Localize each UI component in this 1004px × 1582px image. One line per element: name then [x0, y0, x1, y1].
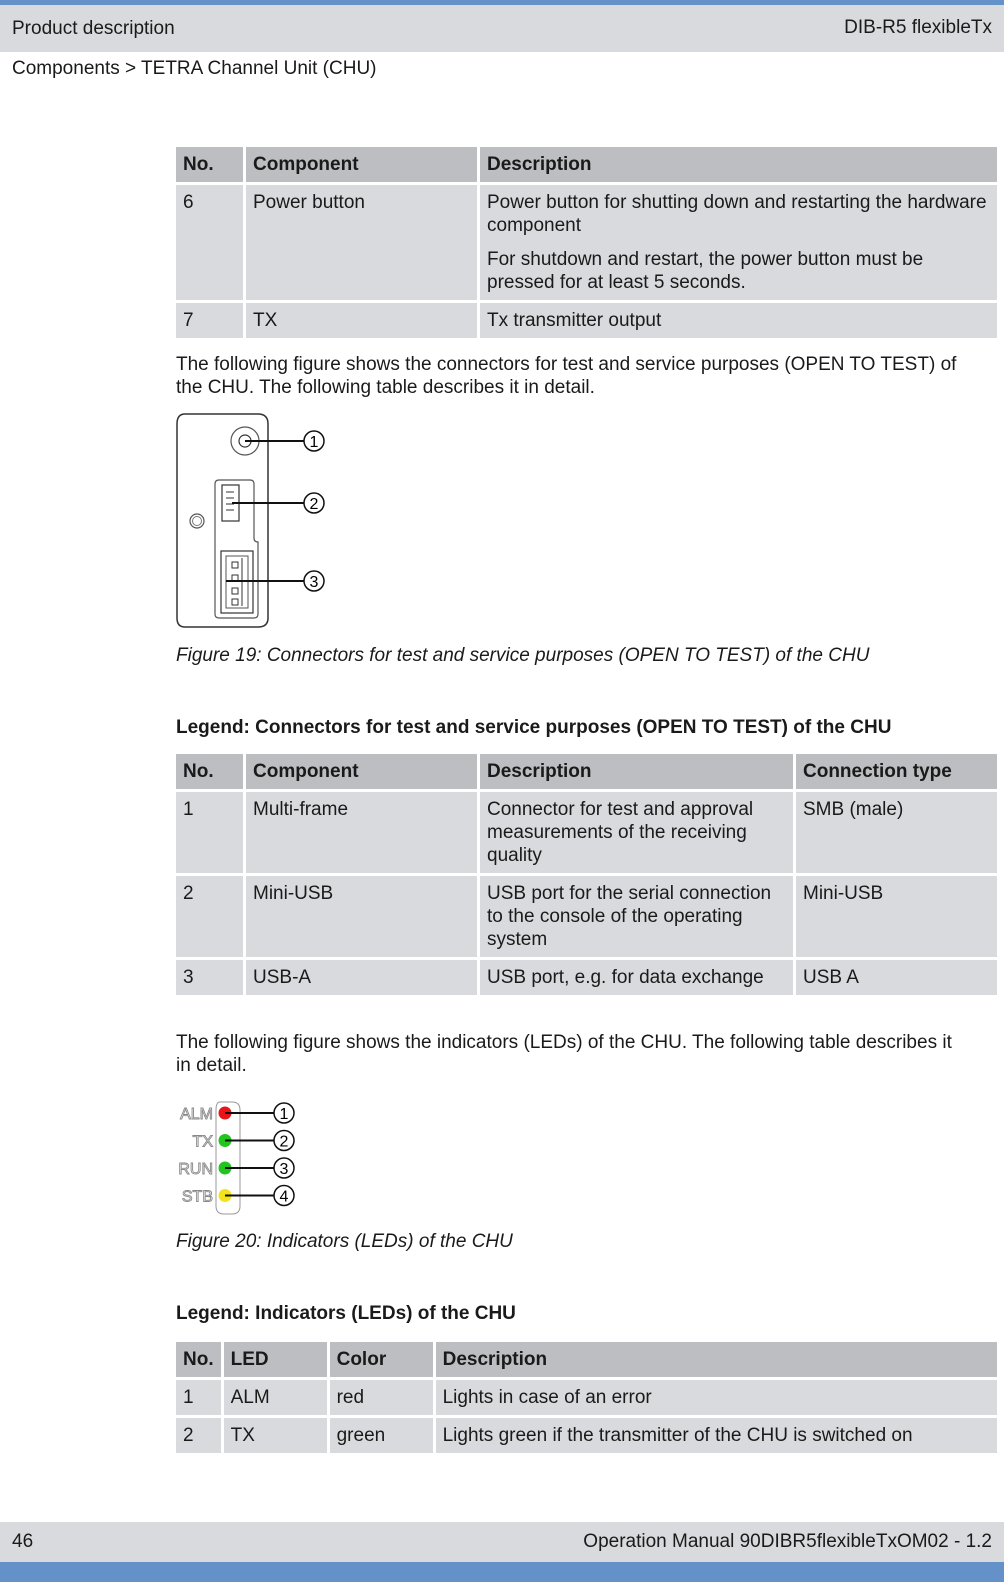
- led-alm: ALM 1: [180, 1102, 295, 1124]
- cell-component: TX: [246, 303, 477, 338]
- led-label: RUN: [178, 1161, 213, 1178]
- table-row: 3 USB-A USB port, e.g. for data exchange…: [176, 960, 997, 995]
- cell-led: TX: [223, 1418, 327, 1453]
- figure-19-caption: Figure 19: Connectors for test and servi…: [176, 645, 870, 666]
- cell-description: Tx transmitter output: [480, 303, 997, 338]
- figure-20-caption: Figure 20: Indicators (LEDs) of the CHU: [176, 1231, 513, 1252]
- cell-connection-type: Mini-USB: [796, 876, 997, 957]
- cell-description: Lights in case of an error: [435, 1380, 997, 1415]
- cell-component: Power button: [246, 185, 477, 300]
- col-header-description: Description: [480, 147, 997, 182]
- led-label: TX: [193, 1134, 214, 1151]
- col-header-component: Component: [246, 147, 477, 182]
- connectors-figure: 1 2 3: [176, 413, 325, 628]
- cell-component: Multi-frame: [246, 792, 477, 873]
- svg-text:1: 1: [310, 434, 319, 451]
- col-header-description: Description: [435, 1342, 997, 1377]
- led-label: STB: [182, 1189, 213, 1206]
- table-row: 1 Multi-frame Connector for test and app…: [176, 792, 997, 873]
- intro-paragraph-leds: The following figure shows the indicator…: [176, 1032, 952, 1076]
- table-header-row: No. Component Description: [176, 147, 997, 182]
- cell-no: 6: [176, 185, 243, 300]
- page-footer: 46 Operation Manual 90DIBR5flexibleTxOM0…: [0, 1522, 1004, 1562]
- header-product: DIB-R5 flexibleTx: [844, 17, 992, 38]
- callout-number: 4: [280, 1189, 289, 1206]
- cell-description: Connector for test and approval measurem…: [480, 792, 793, 873]
- table-row: 6 Power button Power button for shutting…: [176, 185, 997, 300]
- intro-paragraph-connectors: The following figure shows the connector…: [176, 354, 957, 398]
- callout-number: 1: [280, 1106, 289, 1123]
- components-table-continued: No. Component Description 6 Power button…: [173, 144, 1000, 341]
- table-row: 7 TX Tx transmitter output: [176, 303, 997, 338]
- col-header-component: Component: [246, 754, 477, 789]
- cell-component: USB-A: [246, 960, 477, 995]
- page-header: Product description DIB-R5 flexibleTx: [0, 5, 1004, 52]
- cell-no: 3: [176, 960, 243, 995]
- connectors-legend-table: No. Component Description Connection typ…: [173, 751, 1000, 998]
- leds-figure: ALM 1 TX 2 RUN 3 STB 4: [178, 1101, 295, 1215]
- cell-description: Lights green if the transmitter of the C…: [435, 1418, 997, 1453]
- col-header-connection-type: Connection type: [796, 754, 997, 789]
- document-id: Operation Manual 90DIBR5flexibleTxOM02 -…: [583, 1531, 992, 1552]
- cell-connection-type: USB A: [796, 960, 997, 995]
- table-header-row: No. Component Description Connection typ…: [176, 754, 997, 789]
- cell-no: 7: [176, 303, 243, 338]
- callout-3: 3: [303, 570, 325, 592]
- footer-accent-bar: [0, 1562, 1004, 1582]
- table-row: 2 Mini-USB USB port for the serial conne…: [176, 876, 997, 957]
- col-header-no: No.: [176, 147, 243, 182]
- cell-description: USB port for the serial connection to th…: [480, 876, 793, 957]
- cell-color: red: [329, 1380, 433, 1415]
- cell-color: green: [329, 1418, 433, 1453]
- cell-component: Mini-USB: [246, 876, 477, 957]
- table-row: 1 ALM red Lights in case of an error: [176, 1380, 997, 1415]
- col-header-led: LED: [223, 1342, 327, 1377]
- header-section: Product description: [12, 18, 175, 39]
- cell-no: 2: [176, 876, 243, 957]
- col-header-color: Color: [329, 1342, 433, 1377]
- cell-description: Power button for shutting down and resta…: [480, 185, 997, 300]
- table-header-row: No. LED Color Description: [176, 1342, 997, 1377]
- cell-no: 1: [176, 1380, 221, 1415]
- callout-1: 1: [303, 430, 325, 452]
- led-run: RUN 3: [178, 1157, 295, 1179]
- callout-number: 3: [280, 1161, 289, 1178]
- col-header-no: No.: [176, 1342, 221, 1377]
- breadcrumb: Components > TETRA Channel Unit (CHU): [12, 58, 377, 79]
- legend-connectors-title: Legend: Connectors for test and service …: [176, 717, 892, 738]
- svg-text:3: 3: [310, 574, 319, 591]
- callout-number: 2: [280, 1134, 289, 1151]
- led-stb: STB 4: [181, 1184, 295, 1207]
- screw-icon: [189, 513, 205, 529]
- svg-text:2: 2: [310, 496, 319, 513]
- cell-description: USB port, e.g. for data exchange: [480, 960, 793, 995]
- cell-led: ALM: [223, 1380, 327, 1415]
- led-label: ALM: [180, 1106, 213, 1123]
- page-number: 46: [12, 1531, 34, 1552]
- cell-connection-type: SMB (male): [796, 792, 997, 873]
- cell-no: 2: [176, 1418, 221, 1453]
- col-header-description: Description: [480, 754, 793, 789]
- led-tx: TX 2: [192, 1129, 295, 1152]
- col-header-no: No.: [176, 754, 243, 789]
- description-line: Power button for shutting down and resta…: [487, 192, 987, 236]
- table-row: 2 TX green Lights green if the transmitt…: [176, 1418, 997, 1453]
- callout-2: 2: [303, 492, 325, 514]
- cell-no: 1: [176, 792, 243, 873]
- leds-legend-table: No. LED Color Description 1 ALM red Ligh…: [173, 1339, 1000, 1456]
- description-line: For shutdown and restart, the power butt…: [487, 249, 924, 293]
- legend-leds-title: Legend: Indicators (LEDs) of the CHU: [176, 1303, 516, 1324]
